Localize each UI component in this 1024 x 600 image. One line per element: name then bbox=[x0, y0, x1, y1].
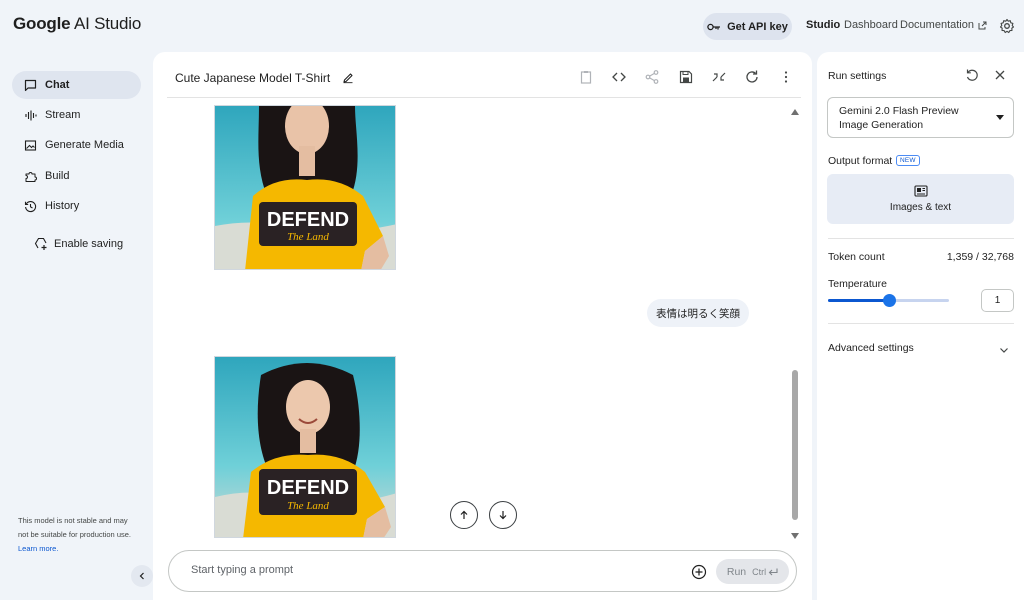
shirt-text-bottom: The Land bbox=[287, 231, 329, 243]
nav-documentation-label: Documentation bbox=[900, 19, 974, 31]
sidebar-item-label: Build bbox=[45, 170, 70, 182]
code-icon[interactable] bbox=[611, 69, 627, 85]
temperature-value: 1 bbox=[994, 295, 1001, 306]
generated-image[interactable]: DEFEND The Land bbox=[214, 105, 396, 270]
run-shortcut-key: Ctrl bbox=[752, 566, 767, 577]
dropdown-caret-icon bbox=[996, 115, 1004, 120]
enable-saving-label: Enable saving bbox=[54, 238, 124, 250]
scroll-arrow-down-icon[interactable] bbox=[791, 533, 799, 539]
nav-dashboard[interactable]: Dashboard bbox=[844, 19, 898, 31]
chat-icon bbox=[24, 79, 37, 91]
brand-product: AI Studio bbox=[70, 14, 142, 33]
chevron-left-icon bbox=[139, 572, 144, 580]
user-message-text: 表情は明るく笑顔 bbox=[656, 307, 740, 320]
chevron-down-icon[interactable] bbox=[999, 345, 1009, 355]
arrow-down-icon bbox=[499, 511, 507, 520]
compare-icon[interactable] bbox=[711, 69, 727, 85]
shirt-text-top: DEFEND bbox=[267, 209, 349, 231]
sidebar-item-label: Generate Media bbox=[45, 139, 124, 151]
user-message-bubble: 表情は明るく笑顔 bbox=[647, 299, 749, 327]
shirt-text-bottom: The Land bbox=[287, 500, 329, 512]
save-icon[interactable] bbox=[678, 69, 694, 85]
drive-add-icon bbox=[34, 237, 47, 250]
generated-image[interactable]: DEFEND The Land bbox=[214, 356, 396, 538]
stream-icon bbox=[25, 110, 37, 120]
run-settings-panel: Run settings Gemini 2.0 Flash Preview Im… bbox=[817, 52, 1024, 600]
close-icon[interactable] bbox=[993, 68, 1007, 82]
model-disclaimer: This model is not stable and may not be … bbox=[18, 514, 138, 556]
sidebar-item-history[interactable]: History bbox=[12, 192, 141, 220]
sidebar-item-stream[interactable]: Stream bbox=[12, 101, 141, 129]
advanced-settings-toggle[interactable]: Advanced settings bbox=[828, 342, 914, 354]
generated-image-graphic: DEFEND The Land bbox=[215, 357, 395, 537]
output-format-value: Images & text bbox=[889, 202, 952, 213]
sidebar-item-build[interactable]: Build bbox=[12, 162, 141, 190]
top-header: Google AI Studio Get API key Studio Dash… bbox=[0, 0, 1024, 52]
sidebar-item-chat[interactable]: Chat bbox=[12, 71, 141, 99]
learn-more-link[interactable]: Learn more. bbox=[18, 544, 58, 553]
share-icon[interactable] bbox=[644, 69, 660, 85]
reset-settings-icon[interactable] bbox=[965, 68, 979, 82]
temperature-slider[interactable] bbox=[828, 294, 949, 307]
add-media-icon[interactable] bbox=[691, 564, 707, 580]
get-api-key-button[interactable]: Get API key bbox=[703, 13, 792, 40]
enter-key-icon bbox=[768, 568, 778, 575]
temperature-slider-fill bbox=[828, 299, 889, 302]
history-icon bbox=[24, 200, 37, 212]
temperature-slider-handle[interactable] bbox=[882, 294, 896, 307]
prompt-box: Run Ctrl bbox=[168, 550, 797, 592]
run-button[interactable]: Run Ctrl bbox=[716, 559, 789, 584]
shirt-text-top: DEFEND bbox=[267, 477, 349, 499]
temperature-input[interactable]: 1 bbox=[981, 289, 1014, 312]
chat-scrollbar[interactable] bbox=[790, 104, 802, 544]
get-api-key-label: Get API key bbox=[727, 20, 788, 33]
external-link-icon bbox=[978, 21, 987, 29]
model-select-value: Gemini 2.0 Flash Preview Image Generatio… bbox=[839, 105, 959, 131]
images-text-icon bbox=[913, 185, 928, 197]
settings-divider bbox=[828, 323, 1014, 324]
more-vert-icon[interactable] bbox=[778, 69, 794, 85]
refresh-icon[interactable] bbox=[744, 69, 760, 85]
token-count-label: Token count bbox=[828, 251, 885, 263]
run-shortcut: Ctrl bbox=[752, 567, 778, 577]
build-icon bbox=[25, 171, 37, 182]
gear-icon[interactable] bbox=[999, 18, 1015, 34]
prompt-input[interactable] bbox=[191, 564, 671, 576]
chat-panel: Cute Japanese Model T-Shirt DEFEND The L… bbox=[153, 52, 812, 600]
nav-studio[interactable]: Studio bbox=[806, 19, 840, 31]
arrow-up-icon bbox=[460, 510, 468, 519]
scroll-up-button[interactable] bbox=[450, 501, 478, 529]
run-label: Run bbox=[726, 565, 747, 578]
run-settings-title: Run settings bbox=[828, 70, 887, 82]
sidebar-item-label: History bbox=[45, 200, 80, 212]
key-icon bbox=[707, 23, 721, 30]
image-icon bbox=[24, 139, 37, 151]
collapse-sidebar-button[interactable] bbox=[131, 565, 153, 587]
model-select[interactable]: Gemini 2.0 Flash Preview Image Generatio… bbox=[827, 97, 1014, 138]
sidebar-item-generate-media[interactable]: Generate Media bbox=[12, 131, 141, 159]
new-badge: NEW bbox=[896, 155, 920, 166]
temperature-label: Temperature bbox=[828, 278, 887, 290]
disclaimer-text: This model is not stable and may not be … bbox=[18, 516, 131, 539]
scroll-thumb[interactable] bbox=[792, 370, 798, 520]
settings-divider bbox=[828, 238, 1014, 239]
generated-image-graphic: DEFEND The Land bbox=[215, 106, 395, 269]
sidebar-item-label: Stream bbox=[45, 109, 81, 121]
sidebar-item-label: Chat bbox=[45, 79, 70, 91]
output-format-images-text[interactable]: Images & text bbox=[827, 174, 1014, 224]
scroll-arrow-up-icon[interactable] bbox=[791, 109, 799, 115]
clipboard-icon[interactable] bbox=[578, 69, 594, 85]
chat-toolbar bbox=[153, 69, 812, 87]
output-format-label: Output format bbox=[828, 155, 893, 167]
header-divider bbox=[167, 97, 801, 98]
brand-google: Google bbox=[13, 14, 71, 33]
enable-saving-button[interactable]: Enable saving bbox=[34, 237, 123, 251]
scroll-down-button[interactable] bbox=[489, 501, 517, 529]
token-count-value: 1,359 / 32,768 bbox=[946, 251, 1014, 263]
app-logo[interactable]: Google AI Studio bbox=[13, 14, 141, 34]
nav-documentation[interactable]: Documentation bbox=[900, 19, 987, 31]
